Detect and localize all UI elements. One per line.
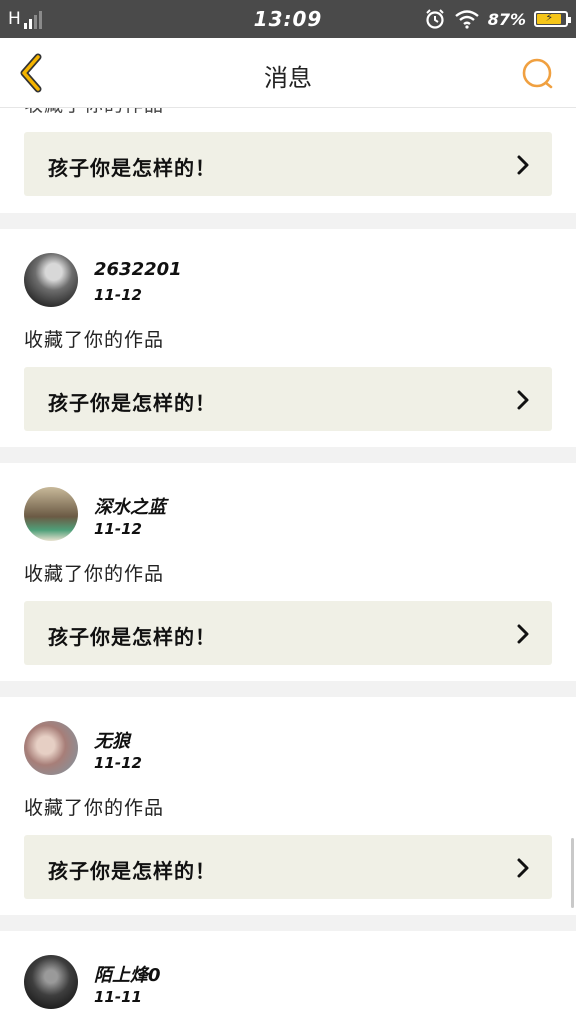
message-date: 11-12 <box>94 520 142 538</box>
chevron-right-icon <box>517 155 529 175</box>
username[interactable]: 2632201 <box>94 259 182 280</box>
username[interactable]: 陌上烽0 <box>94 961 161 987</box>
work-title: 孩子你是怎样的！ <box>48 625 216 649</box>
wifi-icon <box>454 10 479 29</box>
battery-level: ⚡ <box>537 11 562 24</box>
message-card: 2632201 11-12 收藏了你的作品 孩子你是怎样的！ <box>0 229 576 447</box>
message-card: 陌上烽0 11-11 <box>0 931 576 1024</box>
message-list[interactable]: 收藏了你的作品 孩子你是怎样的！ 2632201 11-12 收藏了你的作品 孩… <box>0 108 576 1024</box>
username[interactable]: 深水之蓝 <box>94 493 166 519</box>
message-action: 收藏了你的作品 <box>24 108 164 117</box>
battery-icon: ⚡ <box>534 11 571 27</box>
message-card: 深水之蓝 11-12 收藏了你的作品 孩子你是怎样的！ <box>0 463 576 681</box>
work-link[interactable]: 孩子你是怎样的！ <box>24 367 552 431</box>
status-icons: 87% ⚡ <box>424 8 571 30</box>
avatar[interactable] <box>24 955 78 1009</box>
work-title: 孩子你是怎样的！ <box>48 859 216 883</box>
work-link[interactable]: 孩子你是怎样的！ <box>24 601 552 665</box>
chevron-right-icon <box>517 858 529 878</box>
battery-percent: 87% <box>487 9 526 29</box>
alarm-icon <box>425 9 444 29</box>
message-action: 收藏了你的作品 <box>24 329 165 351</box>
chevron-right-icon <box>517 390 529 410</box>
message-date: 11-11 <box>94 988 142 1006</box>
search-icon[interactable] <box>520 56 556 92</box>
page-title: 消息 <box>264 64 312 92</box>
chevron-right-icon <box>517 624 529 644</box>
scrollbar[interactable] <box>571 838 574 908</box>
message-action: 收藏了你的作品 <box>24 797 165 819</box>
message-card: 收藏了你的作品 孩子你是怎样的！ <box>0 108 576 213</box>
avatar[interactable] <box>24 487 78 541</box>
message-card: 无狼 11-12 收藏了你的作品 孩子你是怎样的！ <box>0 697 576 915</box>
top-app-bar: 消息 <box>0 38 576 108</box>
status-bar: H 13:09 87% ⚡ <box>0 0 576 38</box>
username[interactable]: 无狼 <box>94 727 130 753</box>
avatar[interactable] <box>24 721 78 775</box>
work-link[interactable]: 孩子你是怎样的！ <box>24 132 552 196</box>
message-date: 11-12 <box>94 286 142 304</box>
work-title: 孩子你是怎样的！ <box>48 391 216 415</box>
work-link[interactable]: 孩子你是怎样的！ <box>24 835 552 899</box>
message-date: 11-12 <box>94 754 142 772</box>
work-title: 孩子你是怎样的！ <box>48 156 216 180</box>
avatar[interactable] <box>24 253 78 307</box>
message-action: 收藏了你的作品 <box>24 563 165 585</box>
